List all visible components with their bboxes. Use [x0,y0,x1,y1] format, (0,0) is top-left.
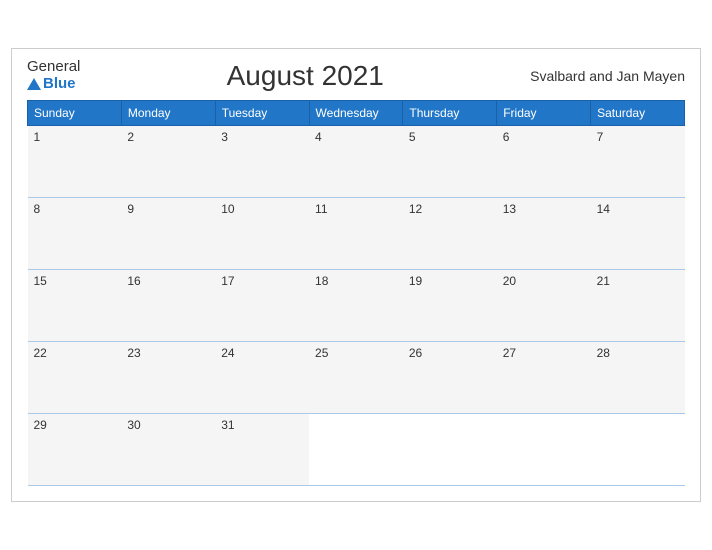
calendar-cell: 13 [497,198,591,270]
day-num: 12 [409,202,422,216]
week-row-3: 15 16 17 18 19 20 21 [28,270,685,342]
week-row-2: 8 9 10 11 12 13 14 [28,198,685,270]
calendar-cell: 15 [28,270,122,342]
week-row-4: 22 23 24 25 26 27 28 [28,342,685,414]
calendar-cell: 31 [215,414,309,486]
calendar-cell: 5 [403,126,497,198]
calendar-cell: 12 [403,198,497,270]
logo-general-text: General [27,59,80,76]
day-num: 3 [221,130,228,144]
calendar-grid: Sunday Monday Tuesday Wednesday Thursday… [27,100,685,486]
header-friday: Friday [497,101,591,126]
weekday-header-row: Sunday Monday Tuesday Wednesday Thursday… [28,101,685,126]
day-num: 29 [34,418,47,432]
day-num: 10 [221,202,234,216]
day-num: 27 [503,346,516,360]
calendar-cell: 25 [309,342,403,414]
logo: General Blue [27,59,80,92]
calendar-cell: 3 [215,126,309,198]
calendar-cell: 11 [309,198,403,270]
calendar-header: General Blue August 2021 Svalbard and Ja… [27,59,685,92]
day-num: 13 [503,202,516,216]
day-num: 21 [597,274,610,288]
header-tuesday: Tuesday [215,101,309,126]
header-sunday: Sunday [28,101,122,126]
day-num: 15 [34,274,47,288]
day-num: 17 [221,274,234,288]
day-num: 25 [315,346,328,360]
day-num: 7 [597,130,604,144]
logo-blue-text: Blue [27,76,76,93]
calendar-cell: 8 [28,198,122,270]
calendar-cell: 19 [403,270,497,342]
day-num: 2 [127,130,134,144]
day-num: 24 [221,346,234,360]
calendar-cell [403,414,497,486]
calendar-cell: 28 [591,342,685,414]
day-num: 28 [597,346,610,360]
calendar-cell: 6 [497,126,591,198]
header-wednesday: Wednesday [309,101,403,126]
calendar-cell: 1 [28,126,122,198]
day-num: 20 [503,274,516,288]
calendar-cell: 7 [591,126,685,198]
header-monday: Monday [121,101,215,126]
calendar-cell [497,414,591,486]
day-num: 11 [315,202,327,216]
header-thursday: Thursday [403,101,497,126]
calendar-cell: 21 [591,270,685,342]
calendar-cell: 10 [215,198,309,270]
week-row-5: 29 30 31 [28,414,685,486]
day-num: 9 [127,202,134,216]
calendar-cell [591,414,685,486]
day-num: 31 [221,418,234,432]
day-num: 23 [127,346,140,360]
calendar-cell: 16 [121,270,215,342]
day-num: 26 [409,346,422,360]
day-num: 8 [34,202,41,216]
calendar-cell: 27 [497,342,591,414]
calendar-cell: 2 [121,126,215,198]
calendar-cell: 9 [121,198,215,270]
week-row-1: 1 2 3 4 5 6 7 [28,126,685,198]
day-num: 22 [34,346,47,360]
calendar-cell: 29 [28,414,122,486]
calendar-region: Svalbard and Jan Mayen [530,68,685,84]
calendar-cell: 17 [215,270,309,342]
calendar-container: General Blue August 2021 Svalbard and Ja… [11,48,701,502]
calendar-cell: 4 [309,126,403,198]
calendar-cell: 22 [28,342,122,414]
logo-triangle-icon [27,78,41,90]
calendar-cell: 30 [121,414,215,486]
day-num: 5 [409,130,416,144]
day-num: 18 [315,274,328,288]
header-saturday: Saturday [591,101,685,126]
calendar-cell: 20 [497,270,591,342]
calendar-cell [309,414,403,486]
day-num: 4 [315,130,322,144]
calendar-title: August 2021 [80,60,530,92]
calendar-cell: 14 [591,198,685,270]
day-num: 19 [409,274,422,288]
day-num: 14 [597,202,610,216]
calendar-cell: 26 [403,342,497,414]
day-num: 30 [127,418,140,432]
calendar-cell: 18 [309,270,403,342]
day-num: 6 [503,130,510,144]
day-num: 1 [34,130,41,144]
calendar-cell: 24 [215,342,309,414]
day-num: 16 [127,274,140,288]
calendar-cell: 23 [121,342,215,414]
